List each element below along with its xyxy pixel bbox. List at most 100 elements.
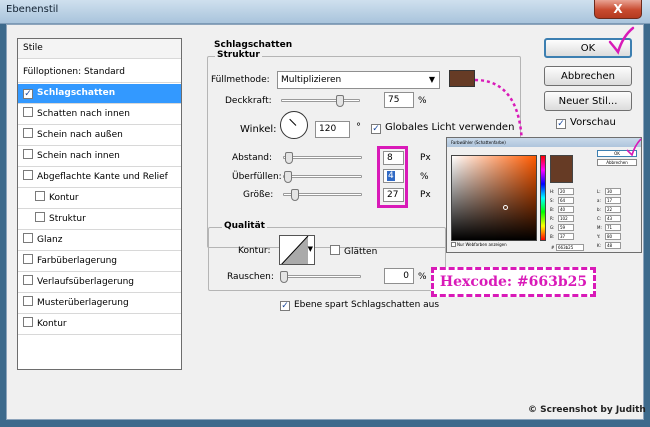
rauschen-input[interactable]: 0 (384, 268, 414, 284)
rauschen-slider-track[interactable] (281, 275, 361, 278)
stile-item-label: Verlaufsüberlagerung (37, 277, 135, 287)
close-button[interactable]: X (594, 0, 642, 19)
angle-dial-needle (289, 118, 297, 126)
picker-field-input[interactable]: 37 (558, 233, 574, 240)
ueberfuellen-input[interactable]: 4 (383, 169, 404, 183)
color-picker-title: Farbwähler (Schattenfarbe) (451, 140, 506, 145)
vorschau-checkbox[interactable]: ✓ Vorschau (556, 117, 616, 129)
stile-item[interactable]: Schein nach innen (18, 147, 181, 167)
rauschen-unit: % (418, 272, 427, 282)
picker-field-label: a: (597, 198, 601, 203)
picker-field-label: H: (550, 189, 555, 194)
groesse-unit: Px (420, 190, 431, 200)
picker-field-input[interactable]: 22 (605, 206, 621, 213)
deckkraft-slider-thumb[interactable] (336, 95, 345, 107)
ueberfuellen-label: Überfüllen: (232, 172, 282, 182)
picker-field-input[interactable]: 20 (558, 188, 574, 195)
stile-item[interactable]: ✓ Schlagschatten (18, 84, 181, 104)
picker-field-input[interactable]: 71 (605, 224, 621, 231)
checkbox-empty-icon[interactable] (23, 296, 33, 306)
picker-field-input[interactable]: 102 (558, 215, 574, 222)
hex-input[interactable]: 663b25 (556, 244, 584, 251)
picker-field-label: K: (597, 243, 601, 248)
abstand-input[interactable]: 8 (383, 151, 404, 165)
stile-item-label: Schlagschatten (37, 88, 116, 98)
color-picker-titlebar: Farbwähler (Schattenfarbe) (447, 138, 641, 147)
picker-field-input[interactable]: 17 (605, 197, 621, 204)
stile-header: Stile (18, 39, 181, 59)
checkbox-empty-icon[interactable] (23, 317, 33, 327)
stile-item[interactable]: Kontur (18, 315, 181, 335)
checkbox-empty-icon[interactable] (23, 128, 33, 138)
color-field[interactable] (451, 155, 537, 241)
winkel-input[interactable]: 120 (315, 121, 350, 138)
checkbox-empty-icon[interactable] (35, 212, 45, 222)
stile-item[interactable]: Farbüberlagerung (18, 252, 181, 272)
chevron-down-icon: ▼ (428, 75, 435, 84)
picker-field-label: S: (550, 198, 554, 203)
fuellmethode-value: Multiplizieren (281, 75, 342, 85)
title-bar: Ebenenstil X (0, 0, 650, 24)
picker-field-label: G: (550, 225, 555, 230)
abstand-slider-thumb[interactable] (285, 152, 293, 164)
neuer-stil-button[interactable]: Neuer Stil... (544, 91, 632, 111)
angle-dial[interactable] (280, 111, 308, 139)
stile-item-label: Schein nach innen (37, 151, 120, 161)
ebene-spart-checkbox[interactable]: ✓ Ebene spart Schlagschatten aus (280, 300, 439, 311)
picker-field-input[interactable]: 59 (558, 224, 574, 231)
picker-field-label: R: (550, 216, 555, 221)
stile-item[interactable]: Schein nach außen (18, 126, 181, 146)
check-icon[interactable]: ✓ (23, 89, 33, 99)
picker-field-input[interactable]: 30 (605, 188, 621, 195)
glaetten-checkbox[interactable]: Glätten (330, 245, 377, 257)
stile-item[interactable]: Glanz (18, 231, 181, 251)
checkbox-empty-icon (330, 245, 340, 255)
ebene-spart-label: Ebene spart Schlagschatten aus (294, 300, 440, 310)
hue-slider[interactable] (540, 155, 546, 241)
check-icon: ✓ (556, 119, 566, 129)
picker-abbrechen-button[interactable]: Abbrechen (597, 159, 637, 166)
stile-item-label: Abgeflachte Kante und Relief (37, 172, 168, 182)
stile-item[interactable]: Verlaufsüberlagerung (18, 273, 181, 293)
groesse-slider-thumb[interactable] (291, 189, 299, 201)
picker-field-input[interactable]: 43 (605, 215, 621, 222)
color-field-cursor[interactable] (503, 205, 508, 210)
stile-item[interactable]: Kontur (18, 189, 181, 209)
picker-field-input[interactable]: 40 (558, 206, 574, 213)
picker-field-input[interactable]: 64 (558, 197, 574, 204)
checkbox-empty-icon[interactable] (23, 149, 33, 159)
groesse-label: Größe: (243, 190, 274, 200)
rauschen-slider-thumb[interactable] (280, 271, 288, 283)
deckkraft-slider-track[interactable] (281, 99, 360, 102)
fuellmethode-select[interactable]: Multiplizieren ▼ (277, 71, 440, 89)
deckkraft-input[interactable]: 75 (384, 92, 414, 108)
nur-webfarben-checkbox[interactable]: Nur Webfarben anzeigen (451, 242, 507, 247)
picker-field-input[interactable]: 48 (605, 242, 621, 249)
abbrechen-button[interactable]: Abbrechen (544, 66, 632, 86)
groesse-input[interactable]: 27 (383, 188, 404, 202)
picker-field-label: b: (597, 207, 601, 212)
new-color-preview (550, 155, 573, 183)
picker-field-label: L: (597, 189, 601, 194)
stile-item[interactable]: Fülloptionen: Standard (18, 63, 181, 83)
stile-item-label: Fülloptionen: Standard (23, 67, 125, 77)
checkbox-empty-icon[interactable] (35, 191, 45, 201)
checkbox-empty-icon[interactable] (23, 170, 33, 180)
stile-item[interactable]: Abgeflachte Kante und Relief (18, 168, 181, 188)
checkbox-empty-icon[interactable] (23, 233, 33, 243)
stile-item[interactable]: Schatten nach innen (18, 105, 181, 125)
stile-item[interactable]: Struktur (18, 210, 181, 230)
stile-item[interactable]: Musterüberlagerung (18, 294, 181, 314)
checkbox-empty-icon[interactable] (23, 107, 33, 117)
ueberfuellen-slider-thumb[interactable] (284, 171, 292, 183)
abstand-slider-track[interactable] (283, 156, 362, 159)
picker-field-label: B: (550, 207, 555, 212)
stile-item-label: Glanz (37, 235, 63, 245)
stile-item-label: Schein nach außen (37, 130, 123, 140)
picker-field-input[interactable]: 80 (605, 233, 621, 240)
checkbox-empty-icon[interactable] (23, 254, 33, 264)
kontur-preview[interactable]: ▼ (279, 235, 315, 265)
window-title: Ebenenstil (6, 4, 59, 15)
ueberfuellen-slider-track[interactable] (283, 175, 362, 178)
checkbox-empty-icon[interactable] (23, 275, 33, 285)
